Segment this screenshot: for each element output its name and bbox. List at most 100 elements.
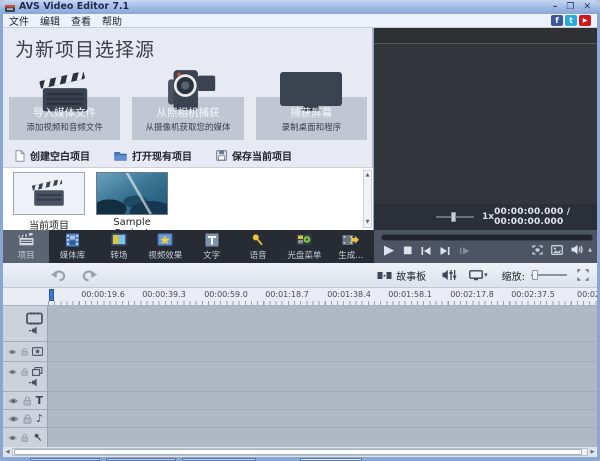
current-project-thumbnail: [13, 172, 85, 215]
timeline-ruler[interactable]: 00:00:19.6 00:00:39.3 00:00:59.0 00:01:1…: [3, 288, 600, 306]
timeline-track-area[interactable]: [48, 306, 597, 447]
track-headers: T ♪: [3, 306, 48, 447]
option-capture-screen[interactable]: 捕获屏幕 录制桌面和程序: [255, 62, 367, 140]
facebook-icon[interactable]: f: [551, 15, 563, 26]
close-button[interactable]: ✕: [583, 1, 591, 13]
save-current-project-link[interactable]: 保存当前项目: [216, 148, 292, 163]
visibility-eye-icon[interactable]: [8, 434, 17, 442]
option-subtitle: 录制桌面和程序: [281, 123, 342, 133]
tab-project[interactable]: 项目: [3, 230, 50, 263]
sample-project-thumbnail: [96, 172, 168, 215]
stop-button[interactable]: ■: [403, 244, 412, 258]
zoom-slider-thumb[interactable]: [532, 270, 538, 280]
track-header-audio: ♪: [3, 410, 47, 428]
maximize-button[interactable]: ❐: [566, 1, 574, 13]
playhead[interactable]: [49, 289, 54, 301]
scroll-left-icon[interactable]: ◀: [3, 449, 12, 455]
app-icon: [5, 4, 15, 12]
scrollbar-thumb[interactable]: [14, 449, 583, 455]
scroll-up-icon[interactable]: ▲: [364, 171, 371, 180]
visibility-eye-icon[interactable]: [8, 415, 19, 423]
visibility-eye-icon[interactable]: [8, 348, 17, 356]
play-button[interactable]: ▶: [384, 244, 394, 258]
open-existing-project-link[interactable]: 打开现有项目: [114, 148, 192, 163]
track-header-video: [3, 306, 47, 342]
option-import-media[interactable]: 导入媒体文件 添加视频和音频文件: [9, 62, 121, 140]
preview-header: [374, 28, 597, 44]
snapshot-icon[interactable]: [551, 244, 564, 255]
scroll-right-icon[interactable]: ▶: [588, 449, 597, 455]
previous-frame-button[interactable]: [421, 247, 431, 255]
lock-icon[interactable]: [21, 433, 29, 443]
lock-icon[interactable]: [21, 367, 28, 377]
tab-transitions[interactable]: 转场: [96, 230, 142, 263]
track-lane-effects[interactable]: [48, 342, 597, 362]
list-item-sample-project[interactable]: Sample Project: [96, 172, 168, 239]
undo-icon[interactable]: [50, 269, 67, 282]
app-window: AVS Video Editor 7.1 – ❐ ✕ 文件 编辑 查看 帮助 f…: [0, 0, 600, 461]
main-tab-bar: 项目 媒体库 转场 视频效果 文字 语音 光盘菜单 生成...: [3, 230, 374, 263]
fullscreen-icon[interactable]: [532, 244, 543, 255]
option-capture-camera[interactable]: 从照相机捕获 从摄像机获取您的媒体: [132, 62, 244, 140]
tab-produce[interactable]: 生成...: [328, 230, 374, 263]
produce-icon: [342, 232, 360, 247]
tab-text[interactable]: 文字: [189, 230, 235, 263]
track-header-video-effects: [3, 342, 47, 362]
lock-icon[interactable]: [23, 395, 32, 406]
track-lane-audio[interactable]: [48, 410, 597, 428]
audio-speaker-icon: [29, 326, 37, 335]
tab-video-effects[interactable]: 视频效果: [142, 230, 188, 263]
recent-projects-list: 当前项目 Sample Project ▲ ▼: [3, 167, 373, 239]
track-lane-voice[interactable]: [48, 428, 597, 447]
option-subtitle: 从摄像机获取您的媒体: [145, 123, 231, 133]
projects-scrollbar[interactable]: ▲ ▼: [363, 170, 372, 228]
preview-status-bar: 1x 00:00:00.000 / 00:00:00.000: [374, 204, 597, 230]
lock-icon[interactable]: [23, 413, 32, 424]
scroll-down-icon[interactable]: ▼: [364, 218, 371, 227]
menu-view[interactable]: 查看: [71, 13, 91, 28]
twitter-icon[interactable]: t: [565, 15, 577, 26]
chevron-down-icon: ▾: [484, 271, 488, 279]
volume-up-icon[interactable]: ▲: [588, 247, 592, 253]
track-lane-overlay[interactable]: [48, 362, 597, 392]
visibility-eye-icon[interactable]: [8, 368, 17, 376]
playback-speed-slider[interactable]: [436, 212, 474, 222]
create-blank-project-link[interactable]: 创建空白项目: [15, 148, 90, 163]
lock-icon[interactable]: [21, 347, 28, 357]
menu-edit[interactable]: 编辑: [40, 13, 60, 28]
track-lane-video[interactable]: [48, 306, 597, 342]
timeline-tracks: T ♪: [3, 306, 597, 447]
screen-view-dropdown[interactable]: ▾: [469, 269, 488, 281]
youtube-icon[interactable]: ▶: [579, 15, 591, 26]
overlay-track-icon: [32, 367, 43, 376]
title-bar[interactable]: AVS Video Editor 7.1 – ❐ ✕: [0, 0, 600, 14]
tab-voice[interactable]: 语音: [235, 230, 281, 263]
menu-file[interactable]: 文件: [9, 13, 29, 28]
storyboard-icon: [377, 271, 392, 279]
audio-speaker-icon: [29, 378, 37, 387]
timeline-zoom-slider[interactable]: [531, 270, 567, 280]
tab-media-library[interactable]: 媒体库: [49, 230, 95, 263]
redo-icon[interactable]: [81, 269, 98, 282]
visibility-eye-icon[interactable]: [8, 397, 19, 405]
menu-help[interactable]: 帮助: [102, 13, 122, 28]
option-title: 从照相机捕获: [156, 107, 220, 119]
next-frame-button[interactable]: [440, 247, 450, 255]
seek-bar[interactable]: [381, 234, 593, 241]
list-item-current-project[interactable]: 当前项目: [13, 172, 85, 232]
start-screen-panel: 为新项目选择源 导入媒体文件 添加视频和音频文件 从照相机捕获 从摄像机获取您的…: [3, 28, 373, 239]
tab-disc-menu[interactable]: 光盘菜单: [281, 230, 327, 263]
next-scene-button[interactable]: [459, 247, 470, 255]
storyboard-toggle-button[interactable]: 故事板: [377, 268, 426, 283]
track-lane-text[interactable]: [48, 392, 597, 410]
save-icon: [216, 150, 227, 161]
volume-icon[interactable]: [571, 244, 584, 255]
minimize-button[interactable]: –: [553, 1, 558, 13]
fit-timeline-icon[interactable]: [577, 269, 589, 281]
ruler-ticks: [48, 301, 597, 305]
timeline-horizontal-scrollbar[interactable]: ◀ ▶: [3, 447, 597, 457]
window-title: AVS Video Editor 7.1: [19, 1, 130, 12]
menu-bar: 文件 编辑 查看 帮助 f t ▶: [3, 14, 597, 28]
audio-mixer-icon[interactable]: [442, 269, 457, 281]
effects-track-icon: [31, 347, 43, 356]
